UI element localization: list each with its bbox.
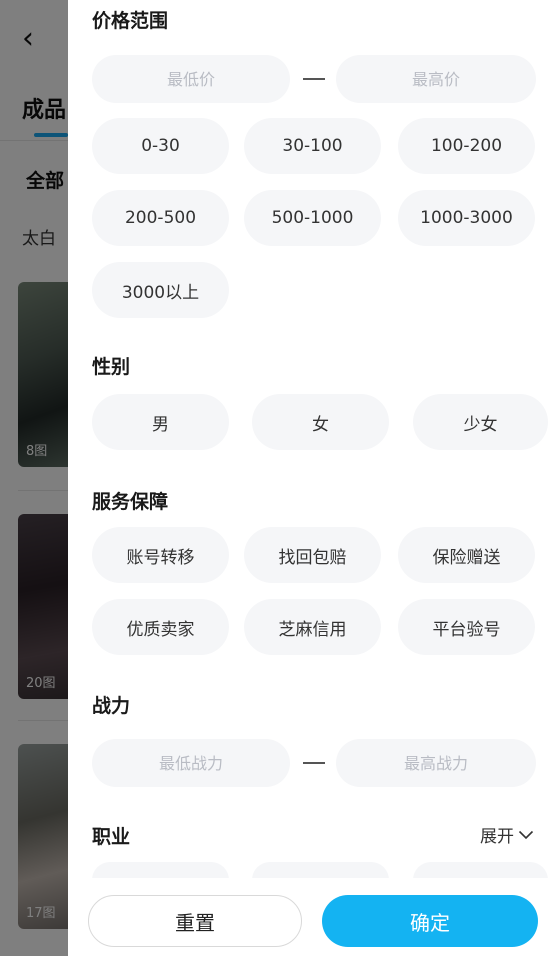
service-option[interactable]: 找回包赔 xyxy=(244,527,381,583)
price-section-title: 价格范围 xyxy=(92,10,169,32)
price-option[interactable]: 200-500 xyxy=(92,190,229,246)
job-expand-toggle[interactable]: 展开 xyxy=(480,822,534,847)
range-dash xyxy=(303,78,325,80)
gender-section-title: 性别 xyxy=(92,356,131,378)
price-option[interactable]: 500-1000 xyxy=(244,190,381,246)
min-price-input[interactable] xyxy=(92,55,290,103)
max-power-input[interactable] xyxy=(336,739,536,787)
chevron-down-icon xyxy=(518,830,534,839)
price-option[interactable]: 30-100 xyxy=(244,118,381,174)
service-option[interactable]: 芝麻信用 xyxy=(244,599,381,655)
gender-option[interactable]: 少女 xyxy=(413,394,548,450)
service-section-title: 服务保障 xyxy=(92,491,169,513)
min-power-input[interactable] xyxy=(92,739,290,787)
service-option[interactable]: 优质卖家 xyxy=(92,599,229,655)
price-option[interactable]: 0-30 xyxy=(92,118,229,174)
expand-label: 展开 xyxy=(480,827,514,847)
price-option[interactable]: 100-200 xyxy=(398,118,535,174)
service-option[interactable]: 保险赠送 xyxy=(398,527,535,583)
reset-button[interactable]: 重置 xyxy=(88,895,302,947)
job-section-title: 职业 xyxy=(92,826,131,848)
gender-option[interactable]: 男 xyxy=(92,394,229,450)
drawer-footer: 重置 确定 xyxy=(68,878,548,956)
price-option[interactable]: 1000-3000 xyxy=(398,190,535,246)
max-price-input[interactable] xyxy=(336,55,536,103)
filter-drawer: 价格范围 0-30 30-100 100-200 200-500 500-100… xyxy=(68,0,548,956)
power-section-title: 战力 xyxy=(92,695,131,717)
confirm-button[interactable]: 确定 xyxy=(322,895,538,947)
price-option[interactable]: 3000以上 xyxy=(92,262,229,318)
service-option[interactable]: 平台验号 xyxy=(398,599,535,655)
range-dash xyxy=(303,762,325,764)
gender-option[interactable]: 女 xyxy=(252,394,389,450)
service-option[interactable]: 账号转移 xyxy=(92,527,229,583)
